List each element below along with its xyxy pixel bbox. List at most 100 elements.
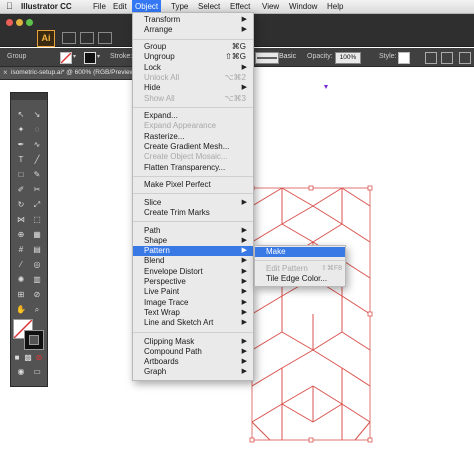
curvature-tool-icon[interactable]: ∿ xyxy=(30,139,44,151)
perspective-grid-tool-icon[interactable]: ▦ xyxy=(30,229,44,241)
scale-tool-icon[interactable]: ⤢ xyxy=(30,199,44,211)
blend-tool-icon[interactable]: ◎ xyxy=(30,259,44,271)
menu-item-arrange[interactable]: Arrange ▶ xyxy=(133,25,253,35)
scissors-tool-icon[interactable]: ✂ xyxy=(30,184,44,196)
opacity-field[interactable]: 100% xyxy=(335,52,361,64)
menu-item-blend[interactable]: Blend ▶ xyxy=(133,256,253,266)
stroke-swatch[interactable] xyxy=(84,52,96,64)
rotate-tool-icon[interactable]: ↻ xyxy=(14,199,28,211)
menu-file[interactable]: File xyxy=(91,0,108,13)
brush-profile-label[interactable]: Basic xyxy=(279,51,296,63)
menu-item-path[interactable]: Path ▶ xyxy=(133,226,253,236)
menu-view[interactable]: View xyxy=(260,0,281,13)
menu-item-perspective[interactable]: Perspective ▶ xyxy=(133,277,253,287)
document-tab[interactable]: × isometric-setup.ai* @ 600% (RGB/Previe… xyxy=(0,67,140,80)
align-icon[interactable] xyxy=(441,52,453,64)
paintbrush-tool-icon[interactable]: ✎ xyxy=(30,169,44,181)
menu-item-line-and-sketch-art[interactable]: Line and Sketch Art ▶ xyxy=(133,318,253,328)
tools-panel-handle[interactable] xyxy=(11,93,47,100)
menu-item-hide[interactable]: Hide ▶ xyxy=(133,83,253,93)
menu-item-compound-path[interactable]: Compound Path ▶ xyxy=(133,347,253,357)
draw-mode-icon[interactable]: ◉ xyxy=(14,366,28,378)
close-window-button[interactable] xyxy=(6,19,13,26)
artboard-tool-icon[interactable]: ⊞ xyxy=(14,289,28,301)
menu-item-group[interactable]: Group ⌘G xyxy=(133,42,253,52)
document-title[interactable]: isometric-setup.ai* @ 600% (RGB/Preview) xyxy=(11,67,136,79)
mesh-tool-icon[interactable]: # xyxy=(14,244,28,256)
lasso-tool-icon[interactable]: ◌ xyxy=(30,124,44,136)
selection-type-label: Group xyxy=(7,53,27,60)
shaper-tool-icon[interactable]: ✐ xyxy=(14,184,28,196)
bounding-box-handle xyxy=(367,437,373,443)
color-mode-icon[interactable]: ■ xyxy=(12,352,22,364)
variable-width-profile[interactable] xyxy=(255,52,279,64)
app-menu-name[interactable]: Illustrator CC xyxy=(21,0,72,13)
column-graph-tool-icon[interactable]: ▥ xyxy=(30,274,44,286)
opacity-label[interactable]: Opacity: xyxy=(307,51,333,63)
rectangle-tool-icon[interactable]: □ xyxy=(14,169,28,181)
menu-edit[interactable]: Edit xyxy=(111,0,129,13)
submenu-item-make[interactable]: Make xyxy=(255,247,345,258)
submenu-arrow-icon: ▶ xyxy=(241,236,247,244)
transform-icon[interactable] xyxy=(459,52,471,64)
bridge-icon[interactable] xyxy=(62,32,76,44)
close-tab-icon[interactable]: × xyxy=(3,67,8,79)
symbol-sprayer-tool-icon[interactable]: ✺ xyxy=(14,274,28,286)
menu-item-rasterize[interactable]: Rasterize... xyxy=(133,132,253,142)
bounding-box-handle xyxy=(249,437,255,443)
fill-swatch[interactable] xyxy=(60,52,72,64)
direct-selection-tool-icon[interactable]: ↘ xyxy=(30,109,44,121)
hand-tool-icon[interactable]: ✋ xyxy=(14,304,28,316)
selection-tool-icon[interactable]: ↖ xyxy=(14,109,28,121)
menu-item-text-wrap[interactable]: Text Wrap ▶ xyxy=(133,308,253,318)
menu-window[interactable]: Window xyxy=(287,0,319,13)
gradient-mode-icon[interactable]: ▩ xyxy=(23,352,33,364)
minimize-window-button[interactable] xyxy=(16,19,23,26)
stroke-label: Stroke: xyxy=(110,53,133,60)
eyedropper-tool-icon[interactable]: ⁄ xyxy=(14,259,28,271)
menu-help[interactable]: Help xyxy=(325,0,345,13)
zoom-tool-icon[interactable]: ⌕ xyxy=(30,304,44,316)
graphic-style-swatch[interactable] xyxy=(398,52,410,64)
menu-item-graph[interactable]: Graph ▶ xyxy=(133,367,253,377)
screen-mode-icon[interactable]: ▭ xyxy=(30,366,44,378)
line-tool-icon[interactable]: ╱ xyxy=(30,154,44,166)
stock-icon[interactable] xyxy=(80,32,94,44)
menu-item-create-gradient-mesh[interactable]: Create Gradient Mesh... xyxy=(133,142,253,152)
slice-tool-icon[interactable]: ⊘ xyxy=(30,289,44,301)
menu-item-show-all: Show All ⌥⌘3 xyxy=(144,93,246,103)
submenu-arrow-icon: ▶ xyxy=(241,308,247,316)
stroke-color-box[interactable] xyxy=(24,330,44,350)
menu-item-image-trace[interactable]: Image Trace ▶ xyxy=(133,298,253,308)
menu-item-shape[interactable]: Shape ▶ xyxy=(133,236,253,246)
menu-item-flatten-transparency[interactable]: Flatten Transparency... xyxy=(133,163,253,173)
apple-icon[interactable]:  xyxy=(6,0,13,13)
menu-item-envelope-distort[interactable]: Envelope Distort ▶ xyxy=(133,267,253,277)
menu-item-pattern[interactable]: Pattern ▶ xyxy=(133,246,253,257)
magic-wand-tool-icon[interactable]: ✦ xyxy=(14,124,28,136)
fill-dropdown-icon[interactable]: ▾ xyxy=(73,53,76,60)
menu-item-transform[interactable]: Transform ▶ xyxy=(133,15,253,25)
menu-item-artboards[interactable]: Artboards ▶ xyxy=(133,357,253,367)
submenu-item-tile-edge-color[interactable]: Tile Edge Color... xyxy=(255,274,345,284)
free-transform-tool-icon[interactable]: ⬚ xyxy=(30,214,44,226)
none-mode-icon[interactable]: ⊘ xyxy=(34,352,44,364)
stroke-dropdown-icon[interactable]: ▾ xyxy=(97,53,100,60)
menu-item-live-paint[interactable]: Live Paint ▶ xyxy=(133,287,253,297)
menu-item-slice[interactable]: Slice ▶ xyxy=(133,198,253,208)
submenu-arrow-icon: ▶ xyxy=(241,337,247,345)
menu-item-make-pixel-perfect[interactable]: Make Pixel Perfect xyxy=(133,180,253,190)
menu-item-ungroup[interactable]: Ungroup ⇧⌘G xyxy=(133,52,253,62)
menu-item-create-trim-marks[interactable]: Create Trim Marks xyxy=(133,208,253,218)
zoom-window-button[interactable] xyxy=(26,19,33,26)
arrange-documents-icon[interactable] xyxy=(98,32,112,44)
width-tool-icon[interactable]: ⋈ xyxy=(14,214,28,226)
pen-tool-icon[interactable]: ✒ xyxy=(14,139,28,151)
menu-item-clipping-mask[interactable]: Clipping Mask ▶ xyxy=(133,337,253,347)
menu-item-lock[interactable]: Lock ▶ xyxy=(133,63,253,73)
gradient-tool-icon[interactable]: ▤ xyxy=(30,244,44,256)
shape-builder-tool-icon[interactable]: ⊕ xyxy=(14,229,28,241)
menu-item-expand[interactable]: Expand... xyxy=(133,111,253,121)
recolor-artwork-icon[interactable] xyxy=(425,52,437,64)
type-tool-icon[interactable]: T xyxy=(14,154,28,166)
